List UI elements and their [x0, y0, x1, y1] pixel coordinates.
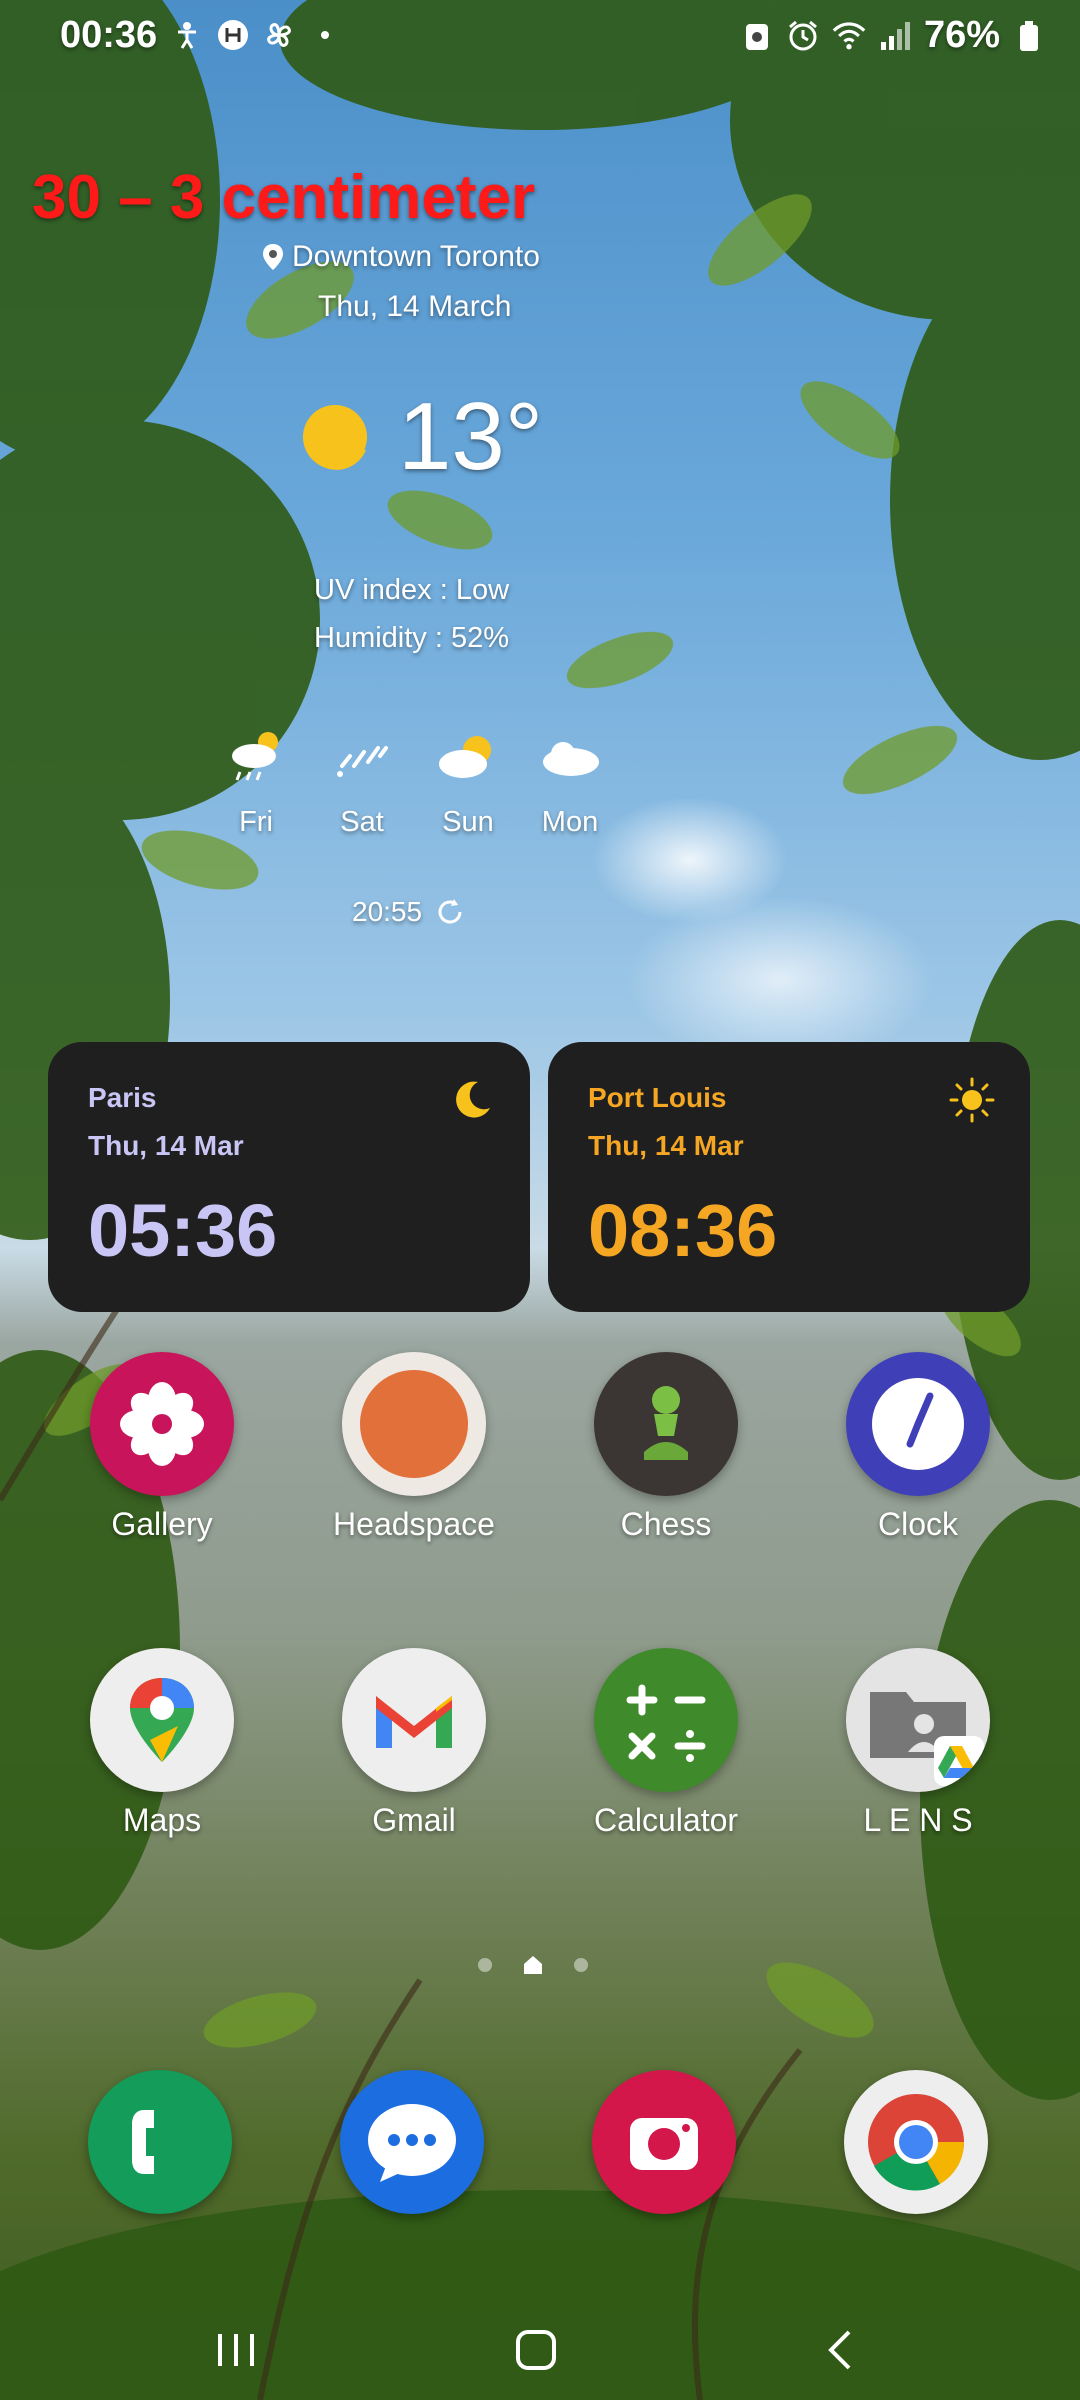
navigation-bar	[0, 2300, 1080, 2400]
uv-index: UV index : Low	[314, 574, 510, 606]
refresh-icon	[438, 899, 462, 924]
alarm-icon	[786, 19, 820, 53]
partly-sunny-icon	[439, 736, 491, 778]
recents-icon	[218, 2334, 254, 2366]
app-label: Clock	[877, 1506, 958, 1542]
chess-pawn-icon	[594, 1352, 738, 1496]
chrome-app-icon[interactable]	[844, 2070, 988, 2214]
forecast-day: Sun	[442, 806, 494, 838]
weather-location[interactable]: Downtown Toronto	[262, 240, 540, 274]
battery-percent: 76%	[923, 14, 1000, 56]
weather-date: Thu, 14 March	[318, 290, 512, 323]
page-dot	[574, 1958, 588, 1972]
clock-time: 05:36	[88, 1189, 278, 1272]
headspace-icon	[342, 1352, 486, 1496]
app-lens-folder[interactable]: L E N S	[818, 1648, 1018, 1839]
home-button[interactable]	[496, 2320, 576, 2380]
messages-app-icon[interactable]	[340, 2070, 484, 2214]
app-label: Gmail	[372, 1802, 456, 1838]
app-gmail[interactable]: Gmail	[314, 1648, 514, 1839]
clock-city: Port Louis	[588, 1082, 727, 1113]
forecast-item: Sat	[312, 716, 412, 839]
app-gallery[interactable]: Gallery	[62, 1352, 262, 1543]
folder-icon	[846, 1648, 990, 1792]
world-clock-widget-port-louis[interactable]: Port Louis Thu, 14 Mar 08:36	[548, 1042, 1030, 1312]
back-button[interactable]	[800, 2320, 880, 2380]
page-dot	[478, 1958, 492, 1972]
forecast-day: Sat	[340, 806, 384, 838]
overlay-measurement-text: 30 – 3 centimeter	[32, 163, 536, 232]
forecast-item: Mon	[520, 716, 620, 839]
page-indicator[interactable]	[478, 1954, 588, 1976]
forecast-day: Fri	[239, 806, 273, 838]
hotspot-icon	[216, 18, 250, 52]
weather-updated-time: 20:55	[352, 896, 423, 927]
signal-icon	[878, 19, 912, 53]
clock-date: Thu, 14 Mar	[588, 1130, 744, 1161]
wifi-icon	[832, 19, 866, 53]
calculator-icon	[594, 1648, 738, 1792]
fan-icon	[262, 18, 296, 52]
crescent-moon-icon	[303, 405, 367, 470]
forecast-day: Mon	[541, 806, 599, 838]
home-icon	[516, 2330, 556, 2370]
app-label: Maps	[122, 1802, 202, 1838]
weather-refresh[interactable]: 20:55	[352, 896, 466, 928]
app-label: Calculator	[593, 1802, 739, 1838]
back-icon	[828, 2330, 851, 2370]
accessibility-icon	[170, 18, 204, 52]
world-clock-widget-paris[interactable]: Paris Thu, 14 Mar 05:36	[48, 1042, 530, 1312]
maps-pin-icon	[90, 1648, 234, 1792]
rain-icon	[337, 746, 388, 777]
app-label: Headspace	[333, 1506, 495, 1542]
current-temperature: 13°	[398, 383, 544, 490]
app-headspace[interactable]: Headspace	[314, 1352, 514, 1543]
gallery-icon	[90, 1352, 234, 1496]
data-saver-icon	[740, 19, 774, 53]
location-pin-icon	[263, 244, 283, 270]
status-bar: 00:36 76%	[0, 0, 1080, 80]
home-page-icon	[524, 1956, 542, 1974]
recents-button[interactable]	[196, 2320, 276, 2380]
phone-app-icon[interactable]	[88, 2070, 232, 2214]
cloud-icon	[543, 742, 599, 776]
clock-icon	[846, 1352, 990, 1496]
app-label: L E N S	[863, 1802, 973, 1838]
sun-icon	[949, 1077, 995, 1123]
moon-icon	[456, 1081, 490, 1118]
app-label: Chess	[620, 1506, 712, 1542]
camera-app-icon[interactable]	[592, 2070, 736, 2214]
app-calculator[interactable]: Calculator	[566, 1648, 766, 1839]
app-label: Gallery	[111, 1506, 213, 1542]
gmail-icon	[342, 1648, 486, 1792]
clock-time: 08:36	[588, 1189, 778, 1272]
rain-cloud-sun-icon	[232, 732, 278, 781]
app-maps[interactable]: Maps	[62, 1648, 262, 1839]
clock-date: Thu, 14 Mar	[88, 1130, 244, 1161]
dot-icon	[308, 18, 342, 52]
app-clock[interactable]: Clock	[818, 1352, 1018, 1543]
clock-city: Paris	[88, 1082, 157, 1113]
forecast-item: Fri	[206, 716, 306, 839]
app-chess[interactable]: Chess	[566, 1352, 766, 1543]
humidity: Humidity : 52%	[314, 622, 510, 654]
location-name: Downtown Toronto	[292, 240, 540, 273]
battery-icon	[1012, 19, 1046, 53]
forecast-item: Sun	[418, 716, 518, 839]
status-time: 00:36	[60, 14, 158, 56]
